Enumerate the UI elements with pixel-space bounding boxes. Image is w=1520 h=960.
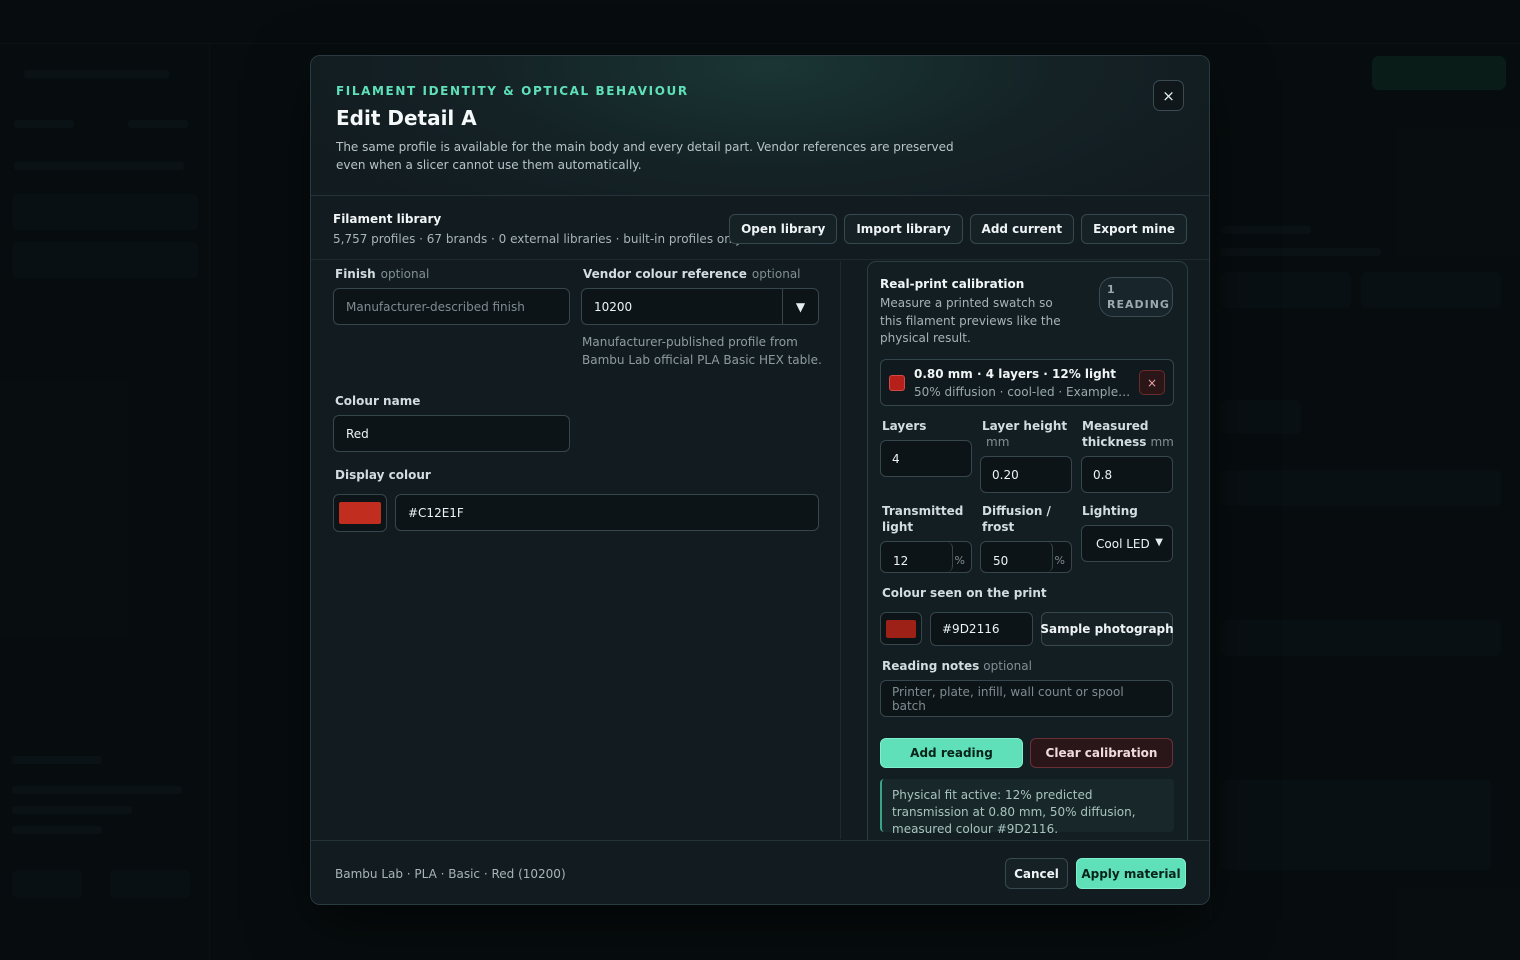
layers-label: Layers — [882, 419, 927, 433]
seen-colour-swatch — [886, 619, 916, 638]
reading-notes-optional: optional — [983, 659, 1032, 673]
transmitted-light-unit: % — [954, 554, 965, 567]
transmitted-light-input[interactable]: 12 — [881, 542, 953, 572]
thickness-label-text: Measured thickness — [1082, 419, 1149, 449]
physical-fit-note: Physical fit active: 12% predicted trans… — [880, 779, 1174, 836]
lighting-value: Cool LED — [1096, 536, 1150, 551]
seen-colour-label: Colour seen on the print — [882, 586, 1047, 600]
export-mine-button[interactable]: Export mine — [1081, 214, 1187, 244]
import-library-button[interactable]: Import library — [844, 214, 963, 244]
close-icon: × — [1146, 375, 1158, 390]
layer-height-label: Layer height mm — [982, 418, 1074, 450]
close-button[interactable]: × — [1153, 80, 1184, 111]
vendor-ref-hint: Manufacturer-published profile from Bamb… — [582, 335, 822, 367]
dialog-eyebrow: Filament identity & optical behaviour — [336, 84, 689, 98]
dialog-footer: Bambu Lab · PLA · Basic · Red (10200) Ca… — [311, 840, 1209, 904]
layer-height-unit: mm — [986, 435, 1010, 449]
layer-height-label-text: Layer height — [982, 419, 1068, 433]
remove-reading-button[interactable]: × — [1139, 370, 1165, 395]
reading-subtitle: 50% diffusion · cool-led · Example measu… — [914, 385, 1132, 399]
reading-colour-swatch — [889, 375, 905, 391]
dropdown-arrow-icon[interactable]: ▼ — [782, 289, 818, 324]
colour-name-input[interactable]: Red — [333, 415, 570, 452]
diffusion-label: Diffusion / frost — [982, 504, 1051, 534]
finish-input[interactable]: Manufacturer-described finish — [333, 288, 570, 325]
close-icon: × — [1162, 86, 1175, 105]
layer-height-input[interactable]: 0.20 — [980, 456, 1072, 493]
display-colour-label: Display colour — [335, 468, 431, 482]
clear-calibration-button[interactable]: Clear calibration — [1030, 738, 1173, 768]
reading-notes-label: Reading notes optional — [882, 658, 1032, 674]
filament-library-bar: Filament library 5,757 profiles · 67 bra… — [311, 197, 1209, 260]
diffusion-unit: % — [1054, 554, 1065, 567]
finish-optional: optional — [380, 267, 430, 281]
material-form: Finish optional Manufacturer-described fi… — [311, 261, 841, 839]
calibration-description: Measure a printed swatch so this filamen… — [880, 296, 1061, 345]
dialog-title: Edit Detail A — [336, 106, 477, 130]
thickness-input[interactable]: 0.8 — [1081, 456, 1173, 493]
material-summary: Bambu Lab · PLA · Basic · Red (10200) — [335, 867, 566, 881]
vendor-ref-label-text: Vendor colour reference — [583, 267, 747, 281]
thickness-label: Measured thickness mm — [1082, 418, 1182, 450]
display-colour-picker[interactable] — [333, 494, 387, 532]
reading-count-label: READING — [1107, 298, 1170, 311]
reading-notes-input[interactable]: Printer, plate, infill, wall count or sp… — [880, 680, 1173, 717]
transmitted-light-field[interactable]: 12 % — [880, 541, 972, 573]
finish-label-text: Finish — [335, 267, 376, 281]
reading-notes-label-text: Reading notes — [882, 659, 980, 673]
finish-label: Finish optional — [335, 267, 429, 281]
reading-count-badge: 1 READING — [1099, 277, 1173, 317]
vendor-ref-combobox[interactable]: 10200 ▼ — [581, 288, 819, 325]
vendor-ref-label: Vendor colour reference optional — [583, 267, 801, 281]
reading-count: 1 — [1107, 283, 1116, 296]
calibration-panel: Real-print calibration Measure a printed… — [867, 261, 1188, 851]
dialog-header: Filament identity & optical behaviour Ed… — [311, 56, 1209, 196]
seen-colour-picker[interactable] — [880, 612, 922, 645]
diffusion-field[interactable]: 50 % — [980, 541, 1072, 573]
vendor-ref-value: 10200 — [594, 299, 633, 314]
vendor-ref-optional: optional — [751, 267, 801, 281]
transmitted-light-label: Transmitted light — [882, 504, 964, 534]
calibration-title: Real-print calibration — [880, 277, 1025, 291]
apply-material-button[interactable]: Apply material — [1076, 858, 1186, 889]
display-colour-hex-input[interactable]: #C12E1F — [395, 494, 819, 531]
seen-colour-hex-input[interactable]: #9D2116 — [930, 612, 1033, 646]
cancel-button[interactable]: Cancel — [1005, 858, 1068, 889]
reading-title: 0.80 mm · 4 layers · 12% light — [914, 367, 1117, 381]
layers-input[interactable]: 4 — [880, 440, 972, 477]
sample-photograph-button[interactable]: Sample photograph — [1040, 612, 1174, 646]
lighting-label: Lighting — [1082, 504, 1138, 518]
reading-item[interactable]: 0.80 mm · 4 layers · 12% light 50% diffu… — [880, 359, 1174, 406]
lighting-select[interactable]: Cool LED ▼ — [1081, 525, 1173, 562]
colour-name-label: Colour name — [335, 394, 421, 408]
library-actions: Open library Import library Add current … — [729, 214, 1187, 244]
display-colour-swatch — [339, 502, 381, 524]
edit-material-dialog: Filament identity & optical behaviour Ed… — [310, 55, 1210, 905]
diffusion-input[interactable]: 50 — [981, 542, 1053, 572]
dialog-description: The same profile is available for the ma… — [336, 140, 954, 172]
thickness-unit: mm — [1150, 435, 1174, 449]
open-library-button[interactable]: Open library — [729, 214, 838, 244]
chevron-down-icon: ▼ — [1155, 537, 1163, 548]
add-current-button[interactable]: Add current — [969, 214, 1075, 244]
add-reading-button[interactable]: Add reading — [880, 738, 1023, 768]
